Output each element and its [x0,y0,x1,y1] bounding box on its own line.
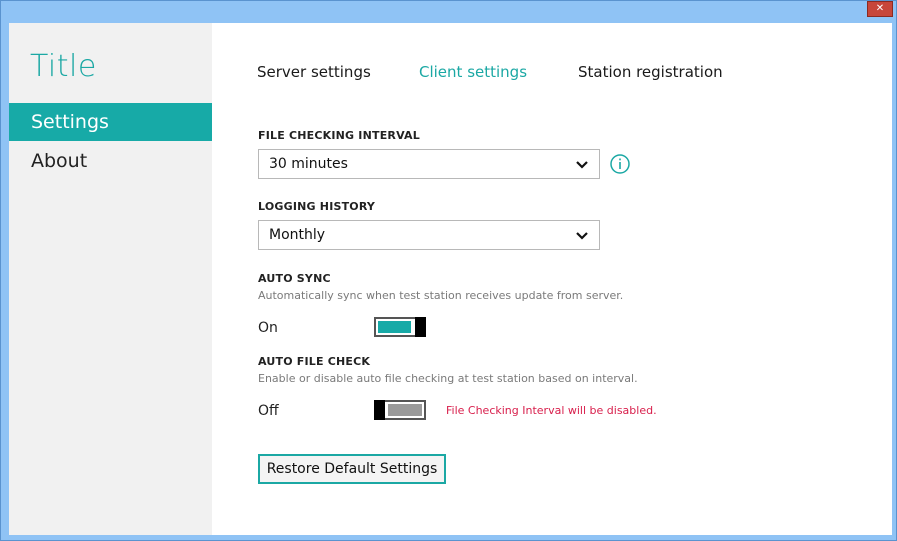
file-checking-interval-value: 30 minutes [269,156,348,172]
toggle-fill [388,404,422,416]
app-client-area: Title Settings About Server settings Cli… [9,23,892,535]
logging-history-value: Monthly [269,227,326,243]
auto-sync-label: AUTO SYNC [258,272,331,285]
auto-file-check-toggle[interactable] [374,400,426,420]
file-checking-interval-select[interactable]: 30 minutes [258,149,600,179]
toggle-fill [378,321,411,333]
sidebar-item-settings[interactable]: Settings [9,103,212,141]
auto-sync-toggle[interactable] [374,317,426,337]
tab-client-settings[interactable]: Client settings [419,63,527,81]
chevron-down-icon [576,232,588,240]
logging-history-label: LOGGING HISTORY [258,200,376,213]
close-button[interactable]: ✕ [867,1,893,17]
tab-station-registration[interactable]: Station registration [578,63,723,81]
auto-file-check-description: Enable or disable auto file checking at … [258,372,638,385]
auto-sync-description: Automatically sync when test station rec… [258,289,624,302]
sidebar: Title Settings About [9,23,212,535]
toggle-thumb[interactable] [374,400,385,420]
auto-file-check-label: AUTO FILE CHECK [258,355,371,368]
restore-default-settings-button[interactable]: Restore Default Settings [258,454,446,484]
tab-server-settings[interactable]: Server settings [257,63,371,81]
app-title: Title [30,49,97,84]
auto-sync-state-text: On [258,320,278,336]
sidebar-item-about[interactable]: About [9,142,212,180]
chevron-down-icon [576,161,588,169]
file-checking-interval-label: FILE CHECKING INTERVAL [258,129,420,142]
auto-file-check-state-text: Off [258,403,279,419]
toggle-thumb[interactable] [415,317,426,337]
window-frame: ✕ Title Settings About Server settings C… [0,0,897,541]
logging-history-select[interactable]: Monthly [258,220,600,250]
info-icon[interactable] [610,154,630,174]
auto-file-check-warning: File Checking Interval will be disabled. [446,404,657,417]
